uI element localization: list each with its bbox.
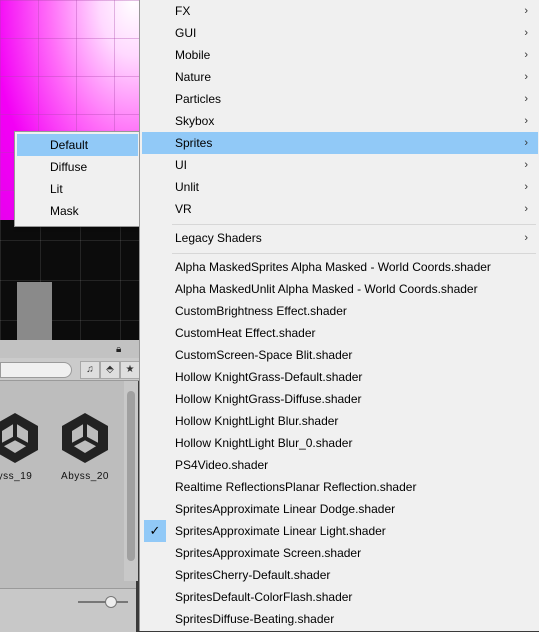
checkmark-icon: ✓: [144, 520, 166, 542]
project-search-bar: ♫ ⬘ ★: [0, 358, 140, 381]
star-icon[interactable]: ★: [120, 361, 140, 379]
menu-item-label: Alpha MaskedSprites Alpha Masked - World…: [175, 260, 491, 274]
menu-item-shader[interactable]: CustomHeat Effect.shader: [142, 322, 538, 344]
menu-item-label: Hollow KnightLight Blur_0.shader: [175, 436, 353, 450]
menu-item-label: SpritesDefault-ColorFlash.shader: [175, 590, 353, 604]
asset-label: yss_19: [0, 471, 33, 482]
menu-item-label: SpritesCherry-Default.shader: [175, 568, 331, 582]
sprites-submenu: Default Diffuse Lit Mask: [14, 131, 141, 227]
menu-item-label: Legacy Shaders: [175, 231, 262, 245]
submenu-item-diffuse[interactable]: Diffuse: [17, 156, 138, 178]
menu-item-nature[interactable]: Nature ›: [142, 66, 538, 88]
zoom-slider-knob[interactable]: [105, 596, 117, 608]
chevron-right-icon: ›: [524, 159, 528, 171]
chevron-right-icon: ›: [524, 5, 528, 17]
menu-item-gui[interactable]: GUI ›: [142, 22, 538, 44]
submenu-item-label: Diffuse: [50, 160, 88, 174]
menu-item-shader[interactable]: Hollow KnightLight Blur.shader: [142, 410, 538, 432]
scene-sprite: [17, 282, 52, 340]
menu-item-label: Sprites: [175, 136, 213, 150]
menu-item-shader[interactable]: Alpha MaskedSprites Alpha Masked - World…: [142, 256, 538, 278]
menu-item-fx[interactable]: FX ›: [142, 0, 538, 22]
menu-item-shader[interactable]: SpritesDiffuse-Beating.shader: [142, 608, 538, 630]
menu-item-label: Alpha MaskedUnlit Alpha Masked - World C…: [175, 282, 478, 296]
unity-cube-icon: [0, 413, 38, 463]
tag-icon[interactable]: ⬘: [100, 361, 120, 379]
menu-item-label: PS4Video.shader: [175, 458, 269, 472]
menu-item-sprites[interactable]: Sprites ›: [142, 132, 538, 154]
menu-item-label: UI: [175, 158, 187, 172]
audio-icon[interactable]: ♫: [80, 361, 100, 379]
menu-item-label: Nature: [175, 70, 212, 84]
menu-separator: [172, 253, 536, 254]
menu-separator: [172, 224, 536, 225]
menu-item-shader[interactable]: SpritesApproximate Linear Dodge.shader: [142, 498, 538, 520]
menu-item-shader[interactable]: SpritesCherry-Default.shader: [142, 564, 538, 586]
menu-item-label: SpritesApproximate Screen.shader: [175, 546, 362, 560]
menu-item-label: SpritesDiffuse-Beating.shader: [175, 612, 335, 626]
menu-item-shader[interactable]: SpritesDefault-ColorFlash.shader: [142, 586, 538, 608]
menu-item-label: Hollow KnightLight Blur.shader: [175, 414, 339, 428]
unity-cube-icon: [62, 413, 108, 463]
asset-scrollbar[interactable]: [124, 381, 138, 581]
menu-item-label: Hollow KnightGrass-Default.shader: [175, 370, 363, 384]
asset-label: Abyss_20: [61, 471, 109, 482]
menu-item-label: VR: [175, 202, 192, 216]
menu-item-particles[interactable]: Particles ›: [142, 88, 538, 110]
chevron-right-icon: ›: [524, 115, 528, 127]
chevron-right-icon: ›: [524, 27, 528, 39]
menu-item-shader-checked[interactable]: ✓ SpritesApproximate Linear Light.shader: [142, 520, 538, 542]
menu-item-legacy-shaders[interactable]: Legacy Shaders ›: [142, 227, 538, 249]
scrollbar-thumb[interactable]: [127, 391, 135, 561]
menu-item-label: Particles: [175, 92, 222, 106]
zoom-slider-track[interactable]: [78, 601, 128, 603]
lock-icon[interactable]: 🔒︎: [116, 344, 121, 355]
menu-item-shader[interactable]: PS4Video.shader: [142, 454, 538, 476]
menu-item-label: Skybox: [175, 114, 215, 128]
menu-item-shader[interactable]: Hollow KnightGrass-Default.shader: [142, 366, 538, 388]
submenu-item-label: Lit: [50, 182, 63, 196]
menu-item-mobile[interactable]: Mobile ›: [142, 44, 538, 66]
menu-item-shader[interactable]: Hollow KnightLight Blur_0.shader: [142, 432, 538, 454]
menu-item-shader[interactable]: Hollow KnightGrass-Diffuse.shader: [142, 388, 538, 410]
menu-item-label: SpritesApproximate Linear Dodge.shader: [175, 502, 396, 516]
menu-item-shader[interactable]: Realtime ReflectionsPlanar Reflection.sh…: [142, 476, 538, 498]
menu-item-label: GUI: [175, 26, 197, 40]
menu-item-label: SpritesApproximate Linear Light.shader: [175, 524, 386, 538]
submenu-item-label: Mask: [50, 204, 79, 218]
menu-item-skybox[interactable]: Skybox ›: [142, 110, 538, 132]
search-input[interactable]: [0, 362, 72, 378]
menu-item-shader[interactable]: SpritesApproximate Screen.shader: [142, 542, 538, 564]
asset-item[interactable]: Abyss_20: [50, 410, 120, 482]
menu-item-shader[interactable]: CustomScreen-Space Blit.shader: [142, 344, 538, 366]
menu-item-unlit[interactable]: Unlit ›: [142, 176, 538, 198]
chevron-right-icon: ›: [524, 232, 528, 244]
menu-item-ui[interactable]: UI ›: [142, 154, 538, 176]
chevron-right-icon: ›: [524, 181, 528, 193]
menu-item-shader[interactable]: Alpha MaskedUnlit Alpha Masked - World C…: [142, 278, 538, 300]
menu-item-shader[interactable]: CustomBrightness Effect.shader: [142, 300, 538, 322]
menu-item-label: Mobile: [175, 48, 211, 62]
chevron-right-icon: ›: [524, 203, 528, 215]
submenu-item-lit[interactable]: Lit: [17, 178, 138, 200]
chevron-right-icon: ›: [524, 49, 528, 61]
chevron-right-icon: ›: [524, 137, 528, 149]
menu-item-label: CustomScreen-Space Blit.shader: [175, 348, 353, 362]
menu-item-label: Realtime ReflectionsPlanar Reflection.sh…: [175, 480, 417, 494]
chevron-right-icon: ›: [524, 93, 528, 105]
asset-item[interactable]: yss_19: [0, 410, 50, 482]
menu-item-label: Unlit: [175, 180, 200, 194]
submenu-item-default[interactable]: Default: [17, 134, 138, 156]
shader-dropdown-menu: FX › GUI › Mobile › Nature › Particles › Skyb…: [139, 0, 539, 631]
menu-item-label: FX: [175, 4, 191, 18]
submenu-item-mask[interactable]: Mask: [17, 200, 138, 222]
project-bottom-bar: [0, 588, 136, 632]
submenu-item-label: Default: [50, 138, 89, 152]
menu-item-label: CustomBrightness Effect.shader: [175, 304, 347, 318]
menu-item-label: CustomHeat Effect.shader: [175, 326, 316, 340]
chevron-right-icon: ›: [524, 71, 528, 83]
menu-item-vr[interactable]: VR ›: [142, 198, 538, 220]
menu-item-label: Hollow KnightGrass-Diffuse.shader: [175, 392, 362, 406]
